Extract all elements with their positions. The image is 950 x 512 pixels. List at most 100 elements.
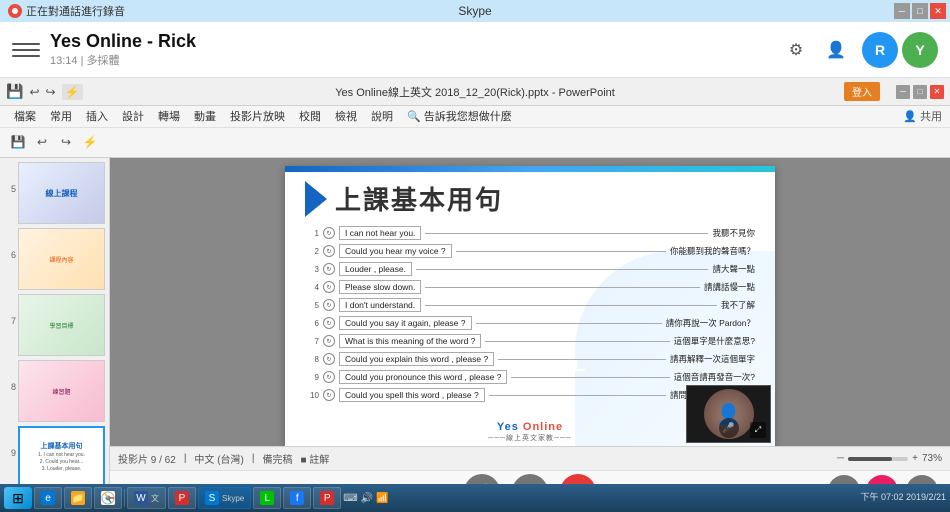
sentence-en-6: Could you say it again, please ?	[339, 316, 472, 330]
sentence-row-2: 2 ↻ Could you hear my voice ? 你能聽到我的聲音嗎？	[305, 244, 755, 258]
slide-top-decoration	[285, 166, 775, 172]
ie-icon: e	[41, 491, 55, 505]
sentence-en-9: Could you pronounce this word , please ?	[339, 370, 507, 384]
taskbar-skype-label: Skype	[222, 494, 244, 503]
taskbar-word[interactable]: W 文	[127, 487, 166, 509]
ppt-close-button[interactable]: ✕	[930, 85, 944, 99]
ppt-toolbar: 💾 ↩ ↪ ⚡	[0, 128, 950, 157]
sentence-num-9: 9	[305, 373, 319, 382]
taskbar-files[interactable]: 📁	[64, 487, 92, 509]
chrome-icon	[101, 491, 115, 505]
slide-thumb-wrapper-7: 7 學習目標	[4, 294, 105, 356]
menu-file[interactable]: 檔案	[8, 106, 42, 126]
slide-thumb-wrapper-8: 8 練習題	[4, 360, 105, 422]
hamburger-menu[interactable]	[12, 36, 40, 64]
zoom-bar	[848, 457, 908, 461]
minimize-button[interactable]: ─	[894, 3, 910, 19]
people-button[interactable]: 👤	[822, 36, 850, 64]
comment-button[interactable]: ■ 註解	[300, 451, 329, 466]
menu-animations[interactable]: 動畫	[188, 106, 222, 126]
copy-status[interactable]: 備完稿	[262, 451, 292, 466]
taskbar-ie[interactable]: e	[34, 487, 62, 509]
sentence-icon-10: ↻	[323, 389, 335, 401]
taskbar-chrome[interactable]	[94, 487, 122, 509]
slide-thumb-5-content: 線上課程	[19, 163, 104, 223]
files-icon: 📁	[71, 491, 85, 505]
sentence-en-10: Could you spell this word , please ?	[339, 388, 485, 402]
slide-bottombar: 投影片 9 / 62 | 中文 (台灣) | 備完稿 ■ 註解 ─ + 73%	[110, 446, 950, 470]
time-display: 下午 07:02 2019/2/21	[860, 492, 946, 504]
toolbar-quick[interactable]: ⚡	[80, 132, 100, 152]
menu-help[interactable]: 說明	[365, 106, 399, 126]
taskbar-skype[interactable]: S Skype	[198, 487, 251, 509]
close-button[interactable]: ✕	[930, 3, 946, 19]
recording-label: 正在對通話進行錄音	[26, 3, 125, 19]
ppt-window: 💾 ↩ ↪ ⚡ Yes Online線上英文 2018_12_20(Rick).…	[0, 78, 950, 512]
menu-view[interactable]: 檢視	[329, 106, 363, 126]
ppt-login-button[interactable]: 登入	[844, 82, 880, 101]
menu-insert[interactable]: 插入	[80, 106, 114, 126]
ppt-maximize-button[interactable]: □	[913, 85, 927, 99]
slide-thumb-9[interactable]: 上課基本用句 1. I can not hear you.2. Could yo…	[18, 426, 105, 488]
ppt-title: Yes Online線上英文 2018_12_20(Rick).pptx - P…	[335, 84, 615, 100]
menu-slideshow[interactable]: 投影片放映	[224, 106, 291, 126]
ppt-minimize-button[interactable]: ─	[896, 85, 910, 99]
skype-header: Yes Online - Rick 13:14 | 多採體 ⚙ 👤 R Y	[0, 22, 950, 78]
speaker-icon: 🔊	[361, 493, 373, 504]
slide-thumb-6[interactable]: 課程內容	[18, 228, 105, 290]
sentence-zh-1: 我聽不見你	[712, 227, 755, 239]
slide-thumb-6-content: 課程內容	[19, 229, 104, 289]
slide-title-block: 上課基本用句	[305, 180, 503, 217]
menu-search[interactable]: 🔍 告訴我您想做什麼	[401, 106, 518, 126]
main-content: 💾 ↩ ↪ ⚡ Yes Online線上英文 2018_12_20(Rick).…	[0, 78, 950, 512]
menu-home[interactable]: 常用	[44, 106, 78, 126]
taskbar-tray: 下午 07:02 2019/2/21	[860, 492, 946, 504]
sentence-row-5: 5 ↻ I don't understand. 我不了解	[305, 298, 755, 312]
taskbar-ppt2[interactable]: P	[313, 487, 341, 509]
sentence-icon-6: ↻	[323, 317, 335, 329]
sentence-row-7: 7 ↻ What is this meaning of the word ? 這…	[305, 334, 755, 348]
sentence-num-2: 2	[305, 247, 319, 256]
slide-panel: 5 線上課程 6 課程內容	[0, 158, 110, 512]
taskbar-ppt[interactable]: P	[168, 487, 196, 509]
toolbar-redo[interactable]: ↪	[56, 132, 76, 152]
zoom-in-button[interactable]: +	[912, 453, 918, 464]
maximize-button[interactable]: □	[912, 3, 928, 19]
menu-review[interactable]: 校閱	[293, 106, 327, 126]
sentence-num-3: 3	[305, 265, 319, 274]
sentence-line-4	[425, 287, 700, 288]
sentence-line-3	[416, 269, 709, 270]
tray-time: 下午 07:02 2019/2/21	[860, 492, 946, 504]
sentence-zh-5: 我不了解	[721, 299, 755, 311]
slide-view[interactable]: 上課基本用句 1 ↻ I can not hear you.	[110, 158, 950, 446]
video-thumbnail: 👤 🎤 ⤢	[686, 385, 771, 443]
slide-num-6: 6	[4, 228, 16, 260]
slide-canvas: 上課基本用句 1 ↻ I can not hear you.	[285, 166, 775, 446]
word-icon: W	[134, 491, 148, 505]
video-expand-button[interactable]: ⤢	[750, 422, 766, 438]
start-button[interactable]: ⊞	[4, 487, 32, 509]
avatar-2: Y	[902, 32, 938, 68]
slide-logo: Yes Online ───線上英文家教───	[488, 421, 572, 443]
toolbar-save[interactable]: 💾	[8, 132, 28, 152]
toolbar-undo[interactable]: ↩	[32, 132, 52, 152]
zoom-bar-fill	[848, 457, 892, 461]
zoom-out-button[interactable]: ─	[837, 453, 844, 464]
sentence-row-6: 6 ↻ Could you say it again, please ? 請你再…	[305, 316, 755, 330]
slide-thumb-5[interactable]: 線上課程	[18, 162, 105, 224]
settings-button[interactable]: ⚙	[782, 36, 810, 64]
taskbar-fb[interactable]: f	[283, 487, 311, 509]
language-indicator: 中文 (台灣)	[194, 451, 243, 466]
share-button[interactable]: 👤 共用	[903, 108, 942, 124]
slide-thumb-7[interactable]: 學習目標	[18, 294, 105, 356]
menu-design[interactable]: 設計	[116, 106, 150, 126]
sentence-en-8: Could you explain this word , please ?	[339, 352, 494, 366]
ppt-ribbon: 檔案 常用 插入 設計 轉場 動畫 投影片放映 校閱 檢視 說明 🔍 告訴我您想…	[0, 106, 950, 158]
sentence-zh-7: 這個單字是什麼意思?	[674, 335, 755, 347]
slide-num-8: 8	[4, 360, 16, 392]
sentence-line-2	[456, 251, 666, 252]
slide-thumb-8[interactable]: 練習題	[18, 360, 105, 422]
taskbar-word-label: 文	[151, 493, 159, 504]
menu-transitions[interactable]: 轉場	[152, 106, 186, 126]
taskbar-line[interactable]: L	[253, 487, 281, 509]
